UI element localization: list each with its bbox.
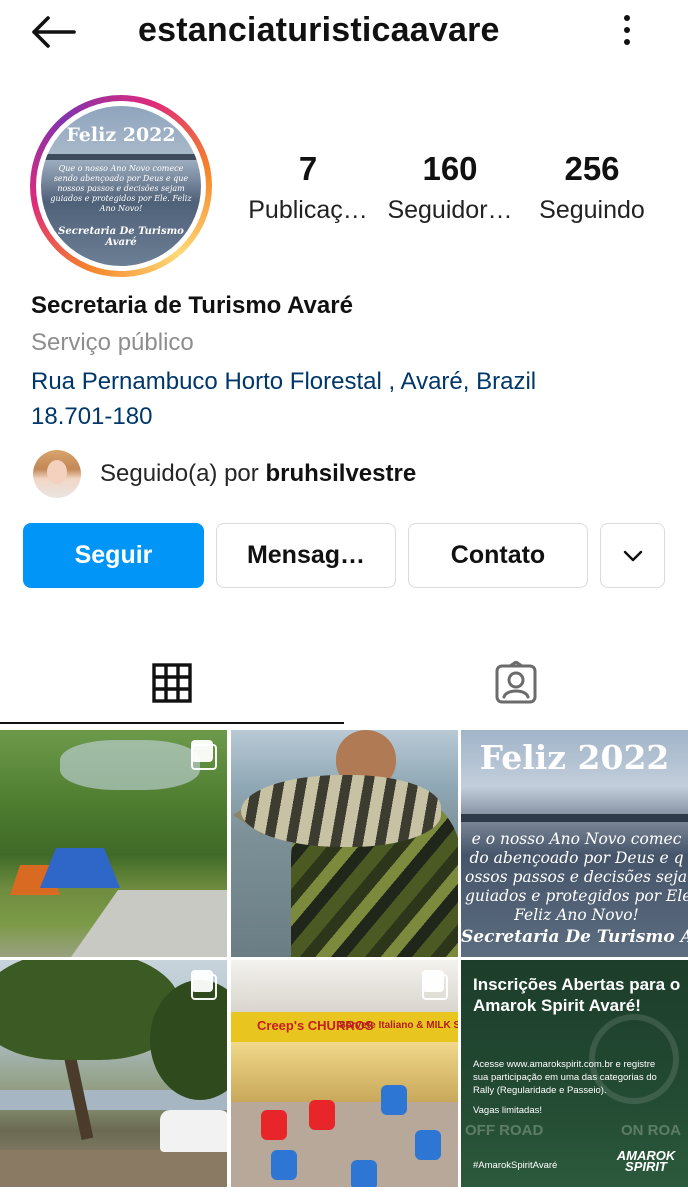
post-thumbnail[interactable] <box>0 960 227 1187</box>
post-body: Acesse www.amarokspirit.com.br e registr… <box>473 1059 657 1096</box>
post-road-left: OFF ROAD <box>465 1122 544 1139</box>
stat-posts[interactable]: 7 Publicaç… <box>238 150 378 225</box>
post-thumbnail[interactable]: Creep's CHURROS Sorvete Italiano & MILK … <box>231 960 458 1187</box>
post-message-line: guiados e protegidos por Ele. <box>465 887 688 905</box>
stat-following[interactable]: 256 Seguindo <box>522 150 662 225</box>
stat-posts-label: Publicaç… <box>248 196 368 224</box>
followed-by[interactable]: Seguido(a) por bruhsilvestre <box>33 449 416 499</box>
avatar-title: Feliz 2022 <box>66 124 176 146</box>
more-vertical-icon[interactable] <box>612 8 642 52</box>
profile-username: estanciaturisticaavare <box>138 11 500 49</box>
top-bar: estanciaturisticaavare <box>0 0 688 62</box>
suggestions-button[interactable] <box>600 523 665 588</box>
post-logo: AMAROK SPIRIT <box>616 1148 676 1174</box>
chevron-down-icon <box>623 550 642 561</box>
post-note: Vagas limitadas! <box>473 1105 542 1116</box>
stat-posts-count: 7 <box>298 150 318 187</box>
tagged-person-icon <box>495 661 537 704</box>
followed-by-user[interactable]: bruhsilvestre <box>265 460 416 487</box>
post-message: e o nosso Ano Novo comec do abençoado po… <box>465 830 688 925</box>
post-message-line: e o nosso Ano Novo comec <box>471 830 682 848</box>
stat-following-label: Seguindo <box>539 196 645 224</box>
profile-address[interactable]: Rua Pernambuco Horto Florestal , Avaré, … <box>31 364 631 434</box>
post-headline: Inscrições Abertas para o Amarok Spirit … <box>473 975 681 1015</box>
post-message-line: do abençoado por Deus e q <box>469 849 684 867</box>
multiple-posts-icon <box>191 970 217 1000</box>
post-road-right: ON ROA <box>621 1122 681 1139</box>
back-arrow-icon[interactable] <box>28 10 78 54</box>
grid-icon <box>152 663 192 703</box>
post-thumbnail[interactable] <box>231 730 458 957</box>
post-road-banner: OFF ROAD ON ROA <box>461 1116 688 1146</box>
stat-followers-count: 160 <box>422 150 478 187</box>
profile-category: Serviço público <box>31 329 194 356</box>
contact-button[interactable]: Contato <box>408 523 588 588</box>
post-message-line: Feliz Ano Novo! <box>514 906 639 924</box>
multiple-posts-icon <box>422 970 448 1000</box>
stat-following-count: 256 <box>564 150 620 187</box>
post-hashtag: #AmarokSpiritAvaré <box>473 1160 558 1171</box>
tab-posts-grid[interactable] <box>0 640 344 726</box>
followed-by-prefix: Seguido(a) por <box>100 460 266 487</box>
post-message-line: ossos passos e decisões sejam <box>465 868 688 886</box>
address-line-2[interactable]: 18.701-180 <box>31 399 631 434</box>
multiple-posts-icon <box>191 740 217 770</box>
tab-tagged[interactable] <box>344 640 688 726</box>
post-title: Feliz 2022 <box>479 738 670 777</box>
avatar-message: Que o nosso Ano Novo comece sendo abenço… <box>50 164 192 213</box>
stat-followers[interactable]: 160 Seguidor… <box>380 150 520 225</box>
active-tab-indicator <box>0 722 344 724</box>
address-line-1[interactable]: Rua Pernambuco Horto Florestal , Avaré, … <box>31 364 631 399</box>
profile-avatar[interactable]: Feliz 2022 Que o nosso Ano Novo comece s… <box>30 95 212 277</box>
followed-by-text: Seguido(a) por bruhsilvestre <box>100 460 416 488</box>
avatar-signature: Secretaria De Turismo Avaré <box>58 226 184 248</box>
profile-name: Secretaria de Turismo Avaré <box>31 292 353 319</box>
post-thumbnail[interactable] <box>0 730 227 957</box>
message-button[interactable]: Mensag… <box>216 523 396 588</box>
post-thumbnail[interactable]: Feliz 2022 e o nosso Ano Novo comec do a… <box>461 730 688 957</box>
follower-avatar[interactable] <box>33 450 81 498</box>
post-sign-right: Sorvete Italiano & MILK SHAKE <box>339 1020 458 1031</box>
post-signature: Secretaria De Turismo Ava <box>461 927 688 947</box>
post-thumbnail[interactable]: Inscrições Abertas para o Amarok Spirit … <box>461 960 688 1187</box>
stat-followers-label: Seguidor… <box>387 196 513 224</box>
follow-button[interactable]: Seguir <box>23 523 204 588</box>
